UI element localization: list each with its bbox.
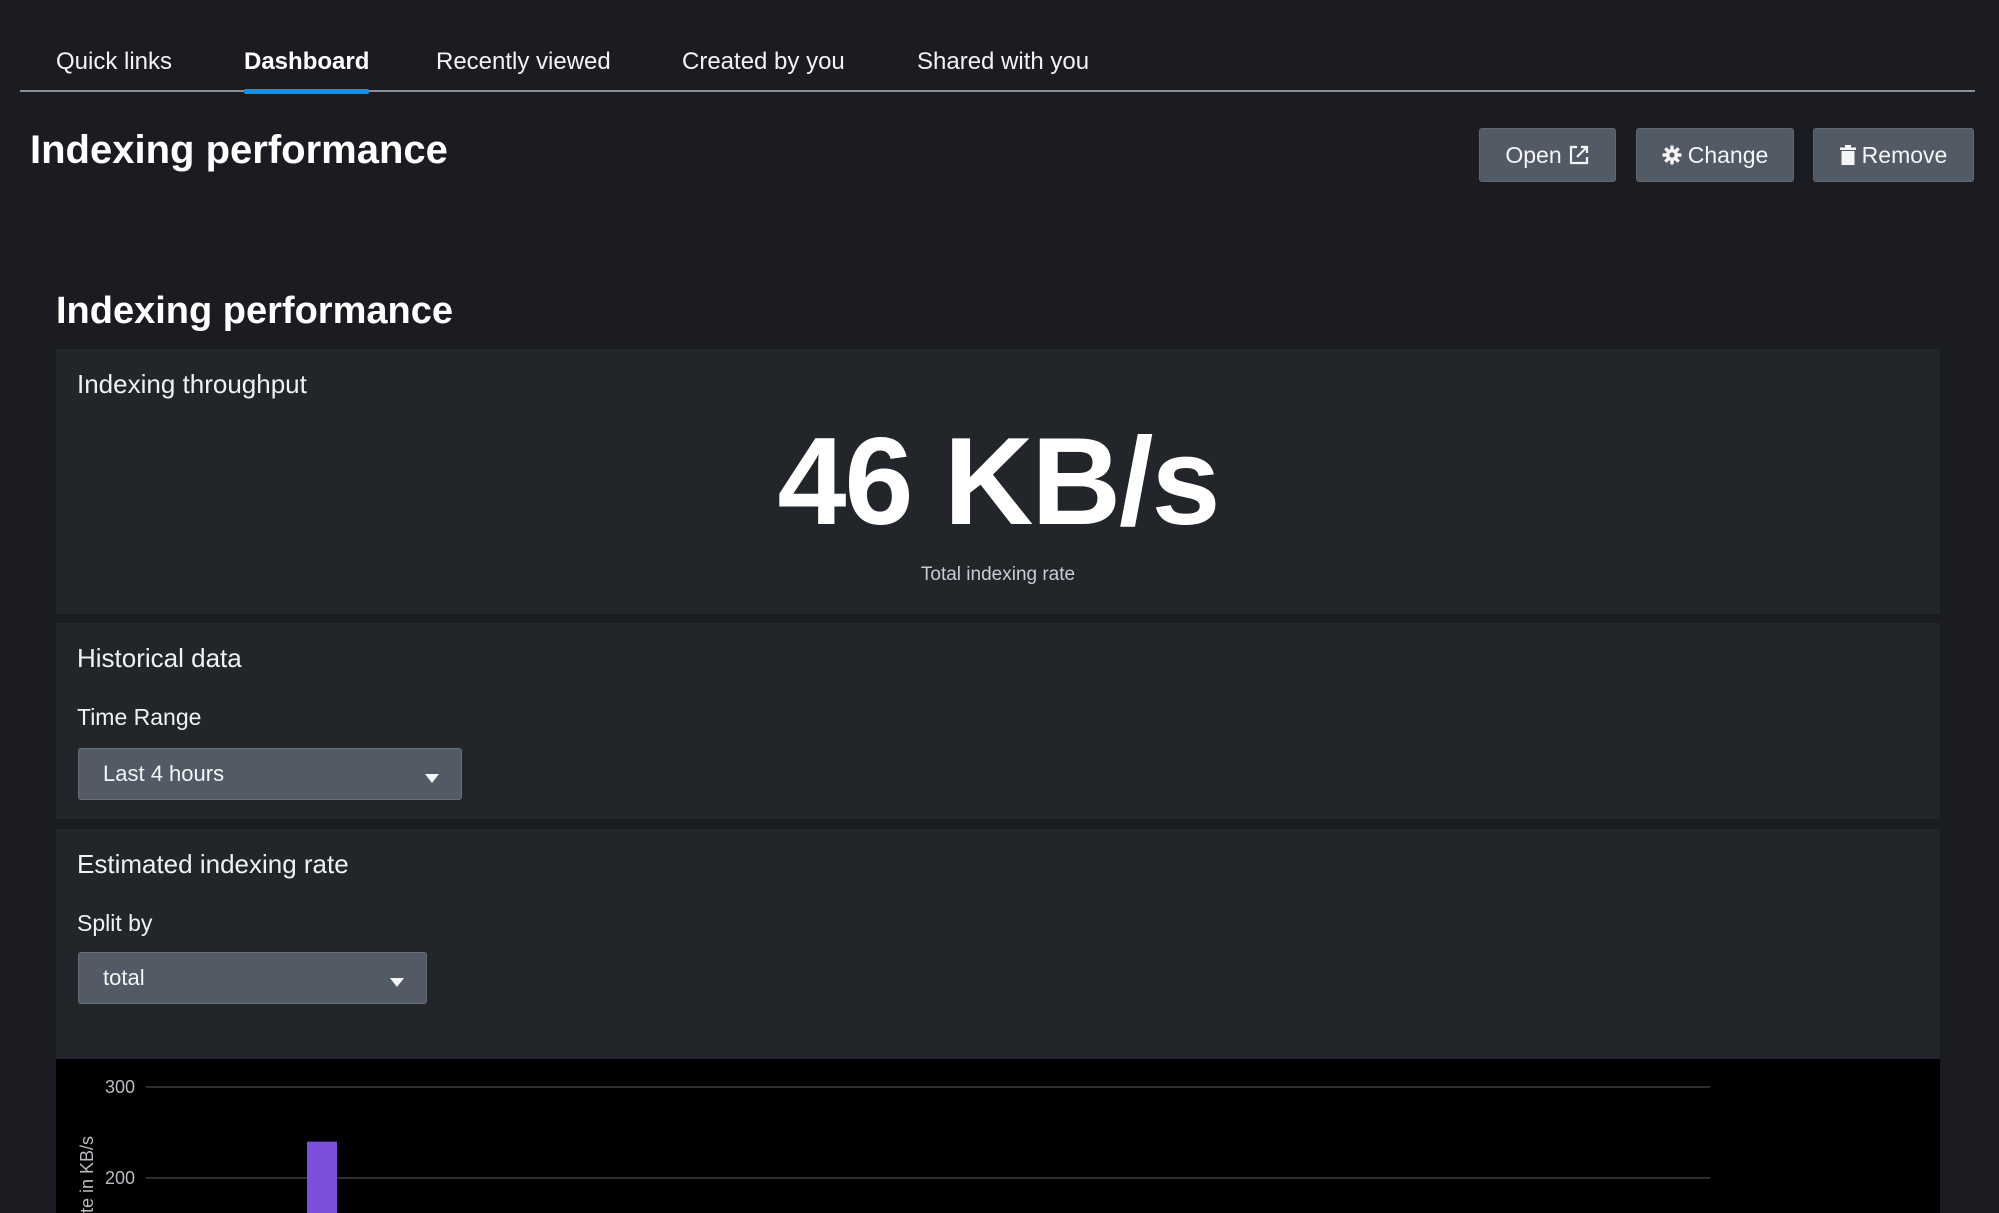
time-range-select[interactable]: Last 4 hours (78, 748, 462, 800)
trash-icon (1839, 145, 1856, 165)
historical-heading: Historical data (77, 643, 242, 673)
tab-recently-viewed[interactable]: Recently viewed (436, 48, 611, 92)
y-tick-label: 300 (105, 1077, 135, 1097)
dashboard-page: Quick links Dashboard Recently viewed Cr… (0, 0, 1999, 1213)
chart-bar[interactable] (307, 1141, 337, 1213)
gear-icon (1662, 145, 1682, 165)
tab-dashboard[interactable]: Dashboard (244, 48, 370, 94)
tab-quick-links[interactable]: Quick links (56, 48, 172, 92)
caret-down-icon (390, 974, 404, 992)
split-by-label: Split by (77, 910, 153, 936)
tab-bar: Quick links Dashboard Recently viewed Cr… (20, 0, 1975, 94)
remove-button[interactable]: Remove (1813, 128, 1974, 182)
throughput-value: 46 KB/s (777, 413, 1221, 551)
estimated-panel: Estimated indexing rate Split by total (56, 829, 1940, 1059)
open-button-label: Open (1505, 141, 1562, 168)
page-title: Indexing performance (30, 128, 448, 172)
y-tick-label: 200 (105, 1168, 135, 1188)
estimated-heading: Estimated indexing rate (77, 849, 349, 879)
tab-shared-with-you[interactable]: Shared with you (917, 48, 1089, 92)
external-link-icon (1568, 144, 1590, 166)
tab-created-by-you[interactable]: Created by you (682, 48, 845, 92)
chart-canvas: 300 200 te in KB/s (77, 1077, 1710, 1213)
indexing-rate-chart: 300 200 te in KB/s (56, 1059, 1940, 1213)
throughput-caption: Total indexing rate (920, 564, 1076, 585)
split-by-select[interactable]: total (78, 952, 427, 1004)
section-title: Indexing performance (56, 290, 453, 332)
historical-panel: Historical data Time Range Last 4 hours (56, 623, 1940, 819)
split-by-value: total (103, 965, 145, 990)
change-button-label: Change (1687, 141, 1769, 168)
open-button[interactable]: Open (1479, 128, 1616, 182)
change-button[interactable]: Change (1636, 128, 1794, 182)
time-range-value: Last 4 hours (103, 761, 225, 786)
time-range-label: Time Range (77, 704, 202, 730)
y-axis-label: te in KB/s (77, 1136, 97, 1213)
remove-button-label: Remove (1861, 141, 1948, 168)
caret-down-icon (425, 770, 439, 788)
throughput-panel: Indexing throughput 46 KB/s Total indexi… (56, 349, 1940, 614)
throughput-heading: Indexing throughput (77, 369, 307, 399)
